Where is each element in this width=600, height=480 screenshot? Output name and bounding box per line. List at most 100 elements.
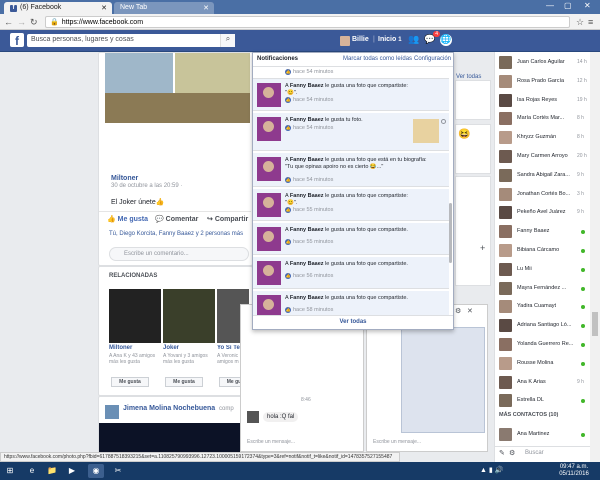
notification-item[interactable]: A Fanny Baaez le gusta una foto que está… [253,153,449,187]
notification-item[interactable]: 👍 hace 54 minutos [253,67,449,79]
likers-text[interactable]: Tú, Diego Korcita, Fanny Baaez y 2 perso… [109,231,243,237]
see-all-link[interactable]: Ver todas [456,74,481,80]
comment-button[interactable]: 💬 Comentar [155,215,198,223]
close-tab-icon[interactable]: ✕ [203,4,209,12]
post-time[interactable]: 30 de octubre a las 20:59 · [111,183,182,189]
address-bar[interactable]: 🔒 https://www.facebook.com [45,16,570,28]
start-icon[interactable]: ⊞ [2,464,18,478]
contact-name: Fanny Baaez [517,228,550,235]
arrow-up-icon[interactable]: ▲ [480,467,487,474]
contact-item[interactable]: Rousse Molina [495,355,591,373]
settings-link[interactable]: Configuración [414,56,451,62]
facebook-logo[interactable]: f [10,33,24,48]
browser-tab-bar: f (6) Facebook ✕ New Tab ✕ — ▢ ✕ [0,0,600,14]
notification-item[interactable]: A Fanny Baaez le gusta una foto que comp… [253,189,449,221]
gear-icon[interactable]: ⚙ [509,449,515,457]
tab-facebook[interactable]: f (6) Facebook ✕ [4,2,112,14]
page-scrollbar[interactable] [590,52,600,462]
related-name[interactable]: Joker [163,345,179,351]
notification-item[interactable]: A Fanny Baaez le gusta una foto que comp… [253,291,449,315]
contact-item[interactable]: Yadira Cuamayt [495,298,591,316]
like-button[interactable]: 👍 Me gusta [107,215,148,223]
contact-item[interactable]: Mayra Fernández ... [495,280,591,298]
notification-item[interactable]: A Fanny Baaez le gusta una foto que comp… [253,79,449,111]
avatar [499,56,512,69]
star-icon[interactable]: ☆ [576,17,584,28]
contact-item[interactable]: Fanny Baaez [495,223,591,241]
contact-item[interactable]: Yolanda Guerrero Re... [495,336,591,354]
contact-last-active: 9 h [577,378,584,385]
comment-input[interactable]: Escribe un comentario... [109,247,249,261]
share-button[interactable]: ↪ Compartir [207,215,248,223]
contact-item[interactable]: Mary Carmen Arroyo 20 h [495,148,591,166]
facebook-header: f Busca personas, lugares y cosas ⌕ Bill… [0,30,600,52]
system-tray: ▲ ▮ 🔊 [480,466,503,474]
chat-input[interactable]: Escribe un mensaje... [247,439,295,445]
home-link[interactable]: Inicio 1 [378,36,402,43]
mark-read-icon[interactable] [441,119,446,124]
contact-item[interactable]: Pekeño Avel Juárez 9 h [495,204,591,222]
related-name[interactable]: Miltoner [109,345,132,351]
search-icon[interactable]: ⌕ [220,34,235,47]
avatar[interactable] [105,405,119,419]
profile-link[interactable]: Billie [352,36,369,43]
notifications-globe-icon[interactable]: 🌐 [440,34,452,46]
related-image[interactable] [163,289,215,343]
related-image[interactable] [109,289,161,343]
contact-item[interactable]: Estrella DL [495,392,591,410]
post-author[interactable]: Jimena Molina Nochebuena [123,405,215,412]
contact-item[interactable]: Khryzz Guzmán 8 h [495,129,591,147]
volume-icon[interactable]: 🔊 [495,467,504,474]
contact-item[interactable]: Adriana Santiago Ló... [495,317,591,335]
folder-icon[interactable]: 📁 [44,464,60,478]
contact-item[interactable]: María Cortés Mar... 8 h [495,110,591,128]
contact-item[interactable]: Jonathan Cortés Bo... 3 h [495,186,591,204]
notification-item[interactable]: A Fanny Baaez le gusta una foto que comp… [253,223,449,255]
ie-icon[interactable]: e [24,464,40,478]
reload-icon[interactable]: ↻ [30,17,38,28]
search-input[interactable]: Busca personas, lugares y cosas [27,34,235,47]
contact-item[interactable]: Lu Mii [495,261,591,279]
avatar [257,83,281,107]
see-all-link[interactable]: Ver todas [253,315,453,329]
contact-name: Estrella DL [517,397,544,404]
contact-item[interactable]: Isa Rojas Reyes 19 h [495,92,591,110]
chat-input[interactable]: Escribe un mensaje... [373,439,421,445]
close-window-icon[interactable]: ✕ [584,1,591,10]
compose-icon[interactable]: ✎ [499,449,505,457]
messages-icon[interactable]: 💬 4 [424,31,440,46]
close-tab-icon[interactable]: ✕ [101,4,107,12]
contact-item[interactable]: Juan Carlos Aguilar 14 h [495,54,591,72]
chrome-icon[interactable]: ◉ [88,464,104,478]
contact-item[interactable]: Rosa Prado García 12 h [495,73,591,91]
notification-item[interactable]: A Fanny Baaez le gusta tu foto. 👍 hace 54… [253,113,449,151]
friend-requests-icon[interactable]: 👥 [408,34,420,46]
contact-item[interactable]: Ana Martinez [495,426,591,444]
snip-icon[interactable]: ✂ [110,464,126,478]
clock[interactable]: 09:47 a.m. 05/11/2016 [552,464,596,478]
like-page-button[interactable]: Me gusta [111,377,149,387]
add-icon[interactable]: + [480,243,485,253]
contact-item[interactable]: Bibiana Cárcamo [495,242,591,260]
notification-item[interactable]: A Fanny Baaez le gusta una foto que comp… [253,257,449,289]
online-indicator [581,286,585,291]
notifications-scrollbar[interactable] [449,203,452,263]
network-icon[interactable]: ▮ [489,467,493,474]
contact-last-active: 14 h [577,59,587,65]
menu-icon[interactable]: ≡ [588,17,593,27]
tab-new-tab[interactable]: New Tab ✕ [114,2,214,14]
scrollbar-thumb[interactable] [592,312,598,336]
maximize-icon[interactable]: ▢ [564,1,572,10]
back-icon[interactable]: ← [4,17,13,27]
contact-item[interactable]: Sandra Abigail Zara... 9 h [495,167,591,185]
forward-icon[interactable]: → [17,17,26,27]
like-page-button[interactable]: Me gusta [165,377,203,387]
avatar[interactable] [340,36,350,46]
contact-search-input[interactable]: Buscar [525,450,544,456]
minimize-icon[interactable]: — [546,1,554,10]
contact-item[interactable]: Ana K Arias 9 h [495,374,591,392]
notification-time: 👍 hace 54 minutos [285,69,334,75]
mark-all-read-link[interactable]: Marcar todas como leídas [343,56,412,62]
media-icon[interactable]: ▶ [64,464,80,478]
post-author[interactable]: Miltoner [111,175,138,182]
